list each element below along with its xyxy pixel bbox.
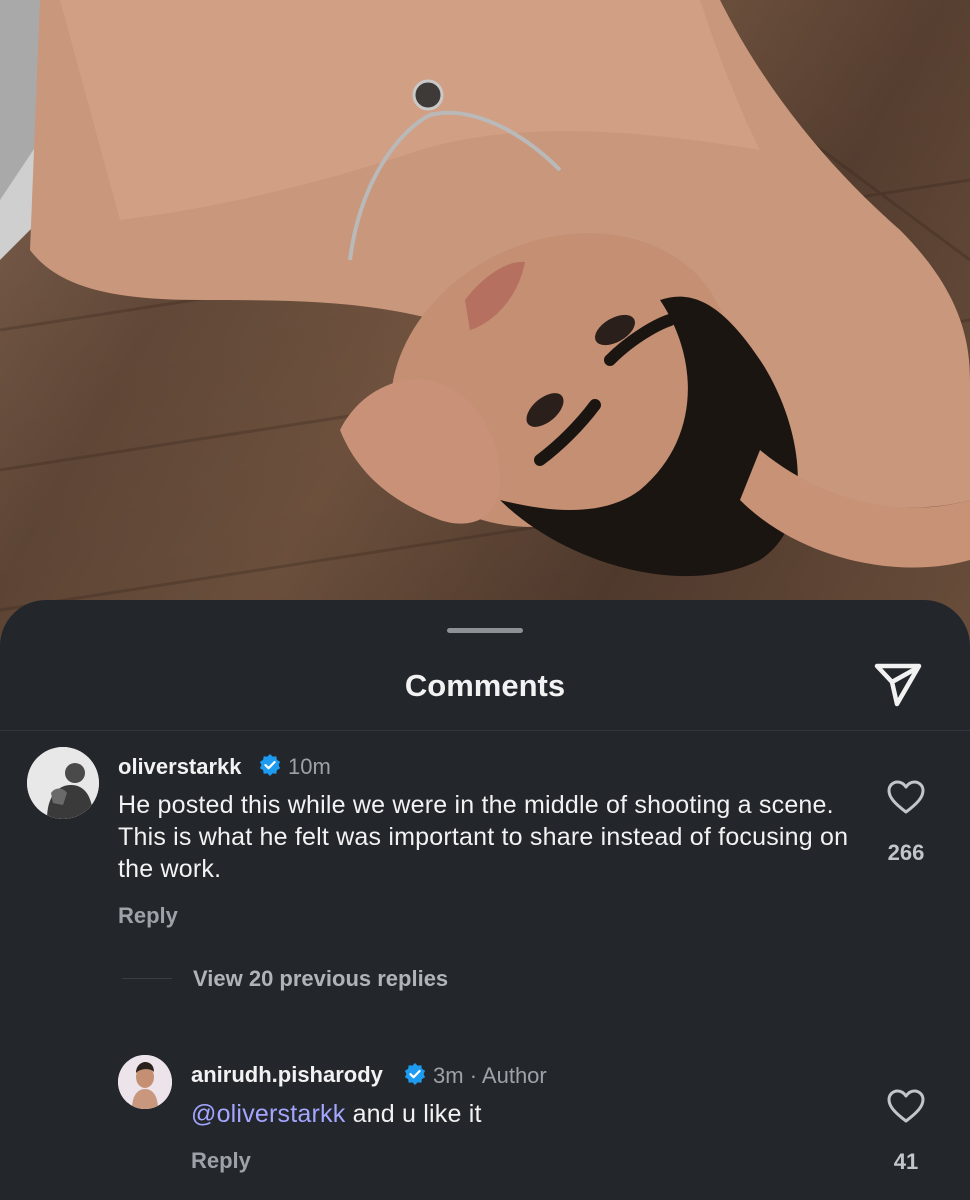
heart-icon[interactable] — [886, 778, 926, 818]
post-photo — [0, 0, 970, 660]
verified-badge-icon — [404, 1063, 426, 1085]
photo-illustration — [0, 0, 970, 612]
reply-meta: 3m · Author — [433, 1063, 547, 1089]
reply-timestamp: 3m — [433, 1063, 464, 1088]
author-label: Author — [481, 1063, 547, 1088]
avatar-photo — [118, 1055, 172, 1109]
reply-button[interactable]: Reply — [118, 903, 178, 929]
reply-text: @oliverstarkk and u like it — [191, 1098, 831, 1130]
comment-username[interactable]: oliverstarkk — [118, 754, 242, 780]
reply-username[interactable]: anirudh.pisharody — [191, 1062, 383, 1088]
like-count: 266 — [887, 840, 925, 865]
header-divider — [0, 730, 970, 731]
sheet-title: Comments — [404, 668, 566, 703]
comment-text: He posted this while we were in the midd… — [118, 791, 849, 883]
sheet-grabber-handle[interactable] — [447, 628, 523, 633]
avatar[interactable] — [27, 747, 99, 819]
avatar[interactable] — [118, 1055, 172, 1109]
meta-separator: · — [469, 1063, 478, 1088]
heart-icon[interactable] — [886, 1087, 926, 1127]
view-previous-replies-button[interactable]: View 20 previous replies — [193, 966, 448, 992]
comments-sheet: Comments oliverstarkk 10m He posted this… — [0, 600, 970, 1200]
reply-button[interactable]: Reply — [191, 1148, 251, 1174]
like-count: 41 — [893, 1149, 919, 1174]
reply-body: and u like it — [352, 1100, 482, 1128]
thread-line — [122, 978, 172, 979]
comment-timestamp: 10m — [288, 754, 331, 779]
paper-plane-icon — [874, 663, 922, 707]
mention-link[interactable]: @oliverstarkk — [191, 1100, 345, 1128]
verified-badge-icon — [259, 754, 281, 776]
share-button[interactable] — [870, 658, 926, 710]
avatar-photo — [27, 747, 99, 819]
